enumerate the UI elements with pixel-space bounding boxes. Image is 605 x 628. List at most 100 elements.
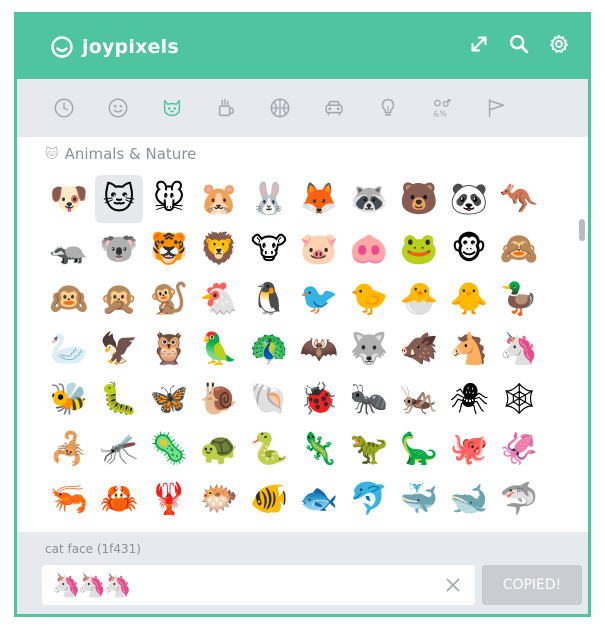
section-cat-icon: 🐱 <box>45 146 59 162</box>
emoji-cell[interactable]: 🐺 <box>345 325 393 373</box>
scrollbar-thumb[interactable] <box>579 219 585 241</box>
tab-activity[interactable] <box>261 89 299 127</box>
emoji-cell[interactable]: 🐵 <box>445 225 493 273</box>
emoji-cell[interactable]: 🐼 <box>445 175 493 223</box>
emoji-cell[interactable]: 🐬 <box>345 475 393 523</box>
emoji-cell[interactable]: 🐱 <box>95 175 143 223</box>
emoji-cell[interactable]: 🐡 <box>195 475 243 523</box>
ball-icon <box>270 98 290 118</box>
emoji-cell[interactable]: 🐋 <box>445 475 493 523</box>
tab-food[interactable] <box>207 89 245 127</box>
emoji-cell[interactable]: 🦑 <box>495 425 543 473</box>
emoji-cell[interactable]: 🦕 <box>395 425 443 473</box>
emoji-cell[interactable]: 🦊 <box>295 175 343 223</box>
emoji-cell[interactable]: 🦖 <box>345 425 393 473</box>
clear-button[interactable] <box>443 575 463 595</box>
emoji-cell[interactable]: 🐧 <box>245 275 293 323</box>
emoji-cell[interactable]: 🦜 <box>195 325 243 373</box>
emoji-cell[interactable]: 🐒 <box>145 275 193 323</box>
emoji-cell[interactable]: 🐷 <box>295 225 343 273</box>
tab-travel[interactable] <box>315 89 353 127</box>
emoji-cell[interactable]: 🦘 <box>495 175 543 223</box>
tab-nature[interactable] <box>153 89 191 127</box>
emoji-cell[interactable]: 🦠 <box>145 425 193 473</box>
emoji-cell[interactable]: 🦡 <box>45 225 93 273</box>
close-icon <box>446 578 460 592</box>
svg-text:&%: &% <box>433 109 446 118</box>
emoji-cell[interactable]: 🦝 <box>345 175 393 223</box>
emoji-cell[interactable]: 🐭 <box>145 175 193 223</box>
expand-button[interactable] <box>466 31 492 57</box>
emoji-cell[interactable]: 🐗 <box>395 325 443 373</box>
emoji-cell[interactable]: 🦎 <box>295 425 343 473</box>
emoji-cell[interactable]: 🐠 <box>245 475 293 523</box>
emoji-cell[interactable]: 🦚 <box>245 325 293 373</box>
emoji-cell[interactable]: 🐞 <box>295 375 343 423</box>
emoji-cell[interactable]: 🐴 <box>445 325 493 373</box>
emoji-cell[interactable]: 🙊 <box>95 275 143 323</box>
tab-recent[interactable] <box>45 89 83 127</box>
emoji-cell[interactable]: 🐨 <box>95 225 143 273</box>
emoji-cell[interactable]: 🐣 <box>395 275 443 323</box>
cat-icon <box>163 99 181 117</box>
emoji-cell[interactable]: 🐔 <box>195 275 243 323</box>
expand-icon <box>471 36 487 52</box>
tab-flags[interactable] <box>477 89 515 127</box>
tab-objects[interactable] <box>369 89 407 127</box>
emoji-cell[interactable]: 🐌 <box>195 375 243 423</box>
emoji-list-viewport: 🐶 🐱 🐭 🐹 🐰 🦊 🦝 🐻 🐼 🦘 🦡 🐨 🐯 🦁 🐮 🐷 🐽 🐸 🐵 🙈 🙉 🙊 🐒 🐔 🐧 🐦 🐤 🐣 🐥 🦆 🦢 🦅 🦉 🦜 🦚 🦇 🐺 🐗 🐴 🦄… <box>17 175 588 531</box>
emoji-cell[interactable]: 🦐 <box>45 475 93 523</box>
emoji-cell[interactable]: 🐤 <box>345 275 393 323</box>
emoji-cell[interactable]: 🐦 <box>295 275 343 323</box>
emoji-cell[interactable]: 🦉 <box>145 325 193 373</box>
emoji-cell[interactable]: 🦞 <box>145 475 193 523</box>
emoji-cell[interactable]: 🐟 <box>295 475 343 523</box>
brand-name: joypixels <box>82 36 179 58</box>
emoji-cell[interactable]: 🐍 <box>245 425 293 473</box>
emoji-cell[interactable]: 🦢 <box>45 325 93 373</box>
emoji-cell[interactable]: 🐙 <box>445 425 493 473</box>
emoji-cell[interactable]: 🐻 <box>395 175 443 223</box>
emoji-cell[interactable]: 🐜 <box>345 375 393 423</box>
emoji-cell[interactable]: 🦀 <box>95 475 143 523</box>
copy-field[interactable]: 🦄🦄🦄 <box>42 565 475 605</box>
scrollbar[interactable] <box>574 145 588 530</box>
section-title-label: Animals & Nature <box>64 145 197 163</box>
emoji-cell[interactable]: 🐛 <box>95 375 143 423</box>
emoji-cell[interactable]: 🐹 <box>195 175 243 223</box>
emoji-cell[interactable]: 🦈 <box>495 475 543 523</box>
emoji-cell[interactable]: 🐸 <box>395 225 443 273</box>
emoji-cell[interactable]: 🐳 <box>395 475 443 523</box>
emoji-cell[interactable]: 🐰 <box>245 175 293 223</box>
emoji-cell[interactable]: 🐚 <box>245 375 293 423</box>
emoji-cell[interactable]: 🕷 <box>445 375 493 423</box>
emoji-cell[interactable]: 🐽 <box>345 225 393 273</box>
search-icon <box>510 35 529 54</box>
emoji-cell[interactable]: 🦟 <box>95 425 143 473</box>
emoji-cell[interactable]: 🕸 <box>495 375 543 423</box>
emoji-cell[interactable]: 🦋 <box>145 375 193 423</box>
bulb-icon <box>381 99 395 116</box>
emoji-cell[interactable]: 🙉 <box>45 275 93 323</box>
emoji-cell[interactable]: 🐶 <box>45 175 93 223</box>
emoji-cell[interactable]: 🦄 <box>495 325 543 373</box>
emoji-cell[interactable]: 🐮 <box>245 225 293 273</box>
emoji-cell[interactable]: 🙈 <box>495 225 543 273</box>
flag-icon <box>488 99 505 117</box>
emoji-cell[interactable]: 🐢 <box>195 425 243 473</box>
copied-button[interactable]: COPIED! <box>482 565 582 605</box>
search-button[interactable] <box>506 31 532 57</box>
emoji-cell[interactable]: 🐝 <box>45 375 93 423</box>
tab-symbols[interactable]: &% <box>423 89 461 127</box>
emoji-cell[interactable]: 🐯 <box>145 225 193 273</box>
emoji-cell[interactable]: 🦇 <box>295 325 343 373</box>
tab-people[interactable] <box>99 89 137 127</box>
emoji-cell[interactable]: 🦁 <box>195 225 243 273</box>
emoji-cell[interactable]: 🦗 <box>395 375 443 423</box>
emoji-cell[interactable]: 🦆 <box>495 275 543 323</box>
emoji-cell[interactable]: 🦂 <box>45 425 93 473</box>
emoji-cell[interactable]: 🐥 <box>445 275 493 323</box>
emoji-cell[interactable]: 🦅 <box>95 325 143 373</box>
car-icon <box>325 100 343 116</box>
settings-button[interactable] <box>546 31 572 57</box>
